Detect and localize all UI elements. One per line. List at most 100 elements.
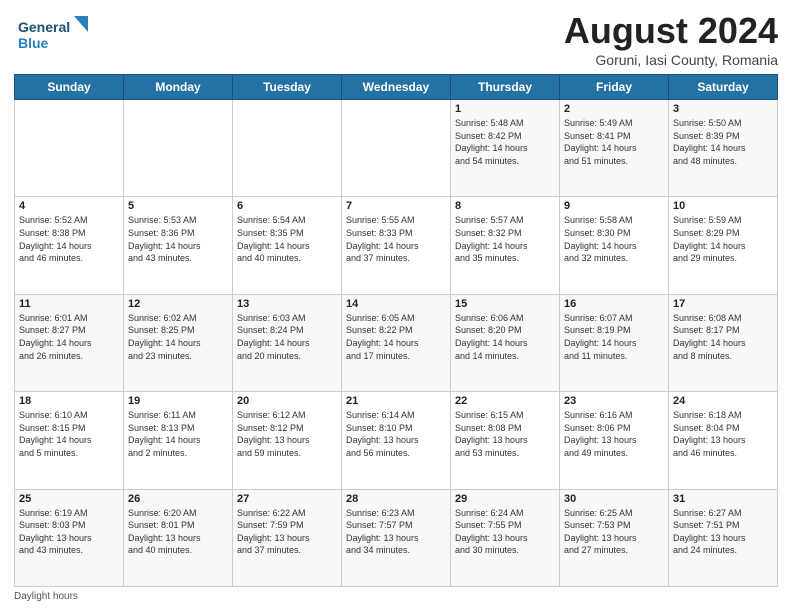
calendar-cell: 31 Sunrise: 6:27 AM Sunset: 7:51 PM Dayli… (669, 489, 778, 586)
calendar-cell: 23Sunrise: 6:16 AM Sunset: 8:06 PM Dayli… (560, 392, 669, 489)
day-number: 20 (237, 395, 337, 407)
day-info: Sunrise: 6:06 AM Sunset: 8:20 PM Dayligh… (455, 312, 555, 362)
calendar-week-4: 18 Sunrise: 6:10 AM Sunset: 8:15 PM Dayli… (15, 392, 778, 489)
day-number: 14 (346, 298, 446, 310)
day-info: Sunrise: 6:08 AM Sunset: 8:17 PM Dayligh… (673, 312, 773, 362)
day-info: Sunrise: 5:57 AM Sunset: 8:32 PM Dayligh… (455, 214, 555, 264)
day-info: Sunrise: 6:22 AM Sunset: 7:59 PM Dayligh… (237, 507, 337, 557)
day-info: Sunrise: 6:12 AM Sunset: 8:12 PM Dayligh… (237, 409, 337, 459)
day-info: Sunrise: 5:59 AM Sunset: 8:29 PM Dayligh… (673, 214, 773, 264)
day-info: Sunrise: 5:48 AM Sunset: 8:42 PM Dayligh… (455, 117, 555, 167)
day-number: 9 (564, 200, 664, 212)
calendar-cell: 25Sunrise: 6:19 AM Sunset: 8:03 PM Dayli… (15, 489, 124, 586)
calendar-cell: 14 Sunrise: 6:05 AM Sunset: 8:22 PM Dayli… (342, 294, 451, 391)
day-number: 2 (564, 103, 664, 115)
day-info: Sunrise: 5:54 AM Sunset: 8:35 PM Dayligh… (237, 214, 337, 264)
calendar-cell: 21Sunrise: 6:14 AM Sunset: 8:10 PM Dayli… (342, 392, 451, 489)
weekday-sunday: Sunday (15, 75, 124, 100)
day-number: 16 (564, 298, 664, 310)
day-number: 13 (237, 298, 337, 310)
day-info: Sunrise: 5:52 AM Sunset: 8:38 PM Dayligh… (19, 214, 119, 264)
weekday-saturday: Saturday (669, 75, 778, 100)
calendar-cell (342, 100, 451, 197)
day-number: 15 (455, 298, 555, 310)
weekday-header-row: SundayMondayTuesdayWednesdayThursdayFrid… (15, 75, 778, 100)
logo: General Blue (14, 10, 94, 63)
day-number: 12 (128, 298, 228, 310)
weekday-wednesday: Wednesday (342, 75, 451, 100)
weekday-friday: Friday (560, 75, 669, 100)
logo-svg: General Blue (14, 10, 94, 58)
svg-text:Blue: Blue (18, 35, 49, 51)
day-info: Sunrise: 5:49 AM Sunset: 8:41 PM Dayligh… (564, 117, 664, 167)
calendar-cell: 24Sunrise: 6:18 AM Sunset: 8:04 PM Dayli… (669, 392, 778, 489)
calendar-cell (233, 100, 342, 197)
day-number: 6 (237, 200, 337, 212)
day-number: 18 (19, 395, 119, 407)
calendar-cell: 22Sunrise: 6:15 AM Sunset: 8:08 PM Dayli… (451, 392, 560, 489)
day-info: Sunrise: 6:01 AM Sunset: 8:27 PM Dayligh… (19, 312, 119, 362)
month-title: August 2024 (564, 10, 778, 52)
calendar-cell: 2 Sunrise: 5:49 AM Sunset: 8:41 PM Daylig… (560, 100, 669, 197)
calendar-week-5: 25Sunrise: 6:19 AM Sunset: 8:03 PM Dayli… (15, 489, 778, 586)
day-number: 3 (673, 103, 773, 115)
day-number: 7 (346, 200, 446, 212)
day-info: Sunrise: 6:27 AM Sunset: 7:51 PM Dayligh… (673, 507, 773, 557)
calendar-cell: 9 Sunrise: 5:58 AM Sunset: 8:30 PM Daylig… (560, 197, 669, 294)
day-info: Sunrise: 6:19 AM Sunset: 8:03 PM Dayligh… (19, 507, 119, 557)
calendar-cell: 11 Sunrise: 6:01 AM Sunset: 8:27 PM Dayli… (15, 294, 124, 391)
day-number: 19 (128, 395, 228, 407)
header: General Blue August 2024 Goruni, Iasi Co… (14, 10, 778, 68)
calendar-cell: 20 Sunrise: 6:12 AM Sunset: 8:12 PM Dayli… (233, 392, 342, 489)
calendar-cell: 7Sunrise: 5:55 AM Sunset: 8:33 PM Daylig… (342, 197, 451, 294)
weekday-monday: Monday (124, 75, 233, 100)
day-info: Sunrise: 6:24 AM Sunset: 7:55 PM Dayligh… (455, 507, 555, 557)
day-info: Sunrise: 6:07 AM Sunset: 8:19 PM Dayligh… (564, 312, 664, 362)
calendar-week-2: 4 Sunrise: 5:52 AM Sunset: 8:38 PM Daylig… (15, 197, 778, 294)
day-info: Sunrise: 5:50 AM Sunset: 8:39 PM Dayligh… (673, 117, 773, 167)
day-info: Sunrise: 6:02 AM Sunset: 8:25 PM Dayligh… (128, 312, 228, 362)
day-info: Sunrise: 6:15 AM Sunset: 8:08 PM Dayligh… (455, 409, 555, 459)
calendar-cell: 8 Sunrise: 5:57 AM Sunset: 8:32 PM Daylig… (451, 197, 560, 294)
calendar-cell: 16 Sunrise: 6:07 AM Sunset: 8:19 PM Dayli… (560, 294, 669, 391)
location: Goruni, Iasi County, Romania (564, 52, 778, 68)
logo-text-area: General Blue (14, 10, 94, 63)
calendar-cell: 28 Sunrise: 6:23 AM Sunset: 7:57 PM Dayli… (342, 489, 451, 586)
day-info: Sunrise: 5:58 AM Sunset: 8:30 PM Dayligh… (564, 214, 664, 264)
day-number: 28 (346, 493, 446, 505)
day-number: 17 (673, 298, 773, 310)
day-number: 1 (455, 103, 555, 115)
weekday-tuesday: Tuesday (233, 75, 342, 100)
day-number: 5 (128, 200, 228, 212)
day-number: 8 (455, 200, 555, 212)
calendar-cell: 18 Sunrise: 6:10 AM Sunset: 8:15 PM Dayli… (15, 392, 124, 489)
calendar-cell: 10 Sunrise: 5:59 AM Sunset: 8:29 PM Dayli… (669, 197, 778, 294)
day-info: Sunrise: 5:53 AM Sunset: 8:36 PM Dayligh… (128, 214, 228, 264)
day-info: Sunrise: 6:10 AM Sunset: 8:15 PM Dayligh… (19, 409, 119, 459)
calendar-table: SundayMondayTuesdayWednesdayThursdayFrid… (14, 74, 778, 587)
calendar-cell: 19Sunrise: 6:11 AM Sunset: 8:13 PM Dayli… (124, 392, 233, 489)
day-info: Sunrise: 6:23 AM Sunset: 7:57 PM Dayligh… (346, 507, 446, 557)
day-number: 27 (237, 493, 337, 505)
day-number: 24 (673, 395, 773, 407)
calendar-week-1: 1 Sunrise: 5:48 AM Sunset: 8:42 PM Daylig… (15, 100, 778, 197)
title-area: August 2024 Goruni, Iasi County, Romania (564, 10, 778, 68)
calendar-cell: 6 Sunrise: 5:54 AM Sunset: 8:35 PM Daylig… (233, 197, 342, 294)
day-info: Sunrise: 6:05 AM Sunset: 8:22 PM Dayligh… (346, 312, 446, 362)
day-number: 31 (673, 493, 773, 505)
calendar-cell: 5 Sunrise: 5:53 AM Sunset: 8:36 PM Daylig… (124, 197, 233, 294)
day-number: 23 (564, 395, 664, 407)
weekday-thursday: Thursday (451, 75, 560, 100)
day-number: 11 (19, 298, 119, 310)
day-info: Sunrise: 6:14 AM Sunset: 8:10 PM Dayligh… (346, 409, 446, 459)
day-number: 4 (19, 200, 119, 212)
calendar-cell: 30Sunrise: 6:25 AM Sunset: 7:53 PM Dayli… (560, 489, 669, 586)
calendar-cell: 3 Sunrise: 5:50 AM Sunset: 8:39 PM Daylig… (669, 100, 778, 197)
footer-note: Daylight hours (14, 591, 778, 602)
day-number: 26 (128, 493, 228, 505)
calendar-cell: 15 Sunrise: 6:06 AM Sunset: 8:20 PM Dayli… (451, 294, 560, 391)
calendar-cell: 29 Sunrise: 6:24 AM Sunset: 7:55 PM Dayli… (451, 489, 560, 586)
day-number: 30 (564, 493, 664, 505)
day-number: 10 (673, 200, 773, 212)
day-number: 29 (455, 493, 555, 505)
